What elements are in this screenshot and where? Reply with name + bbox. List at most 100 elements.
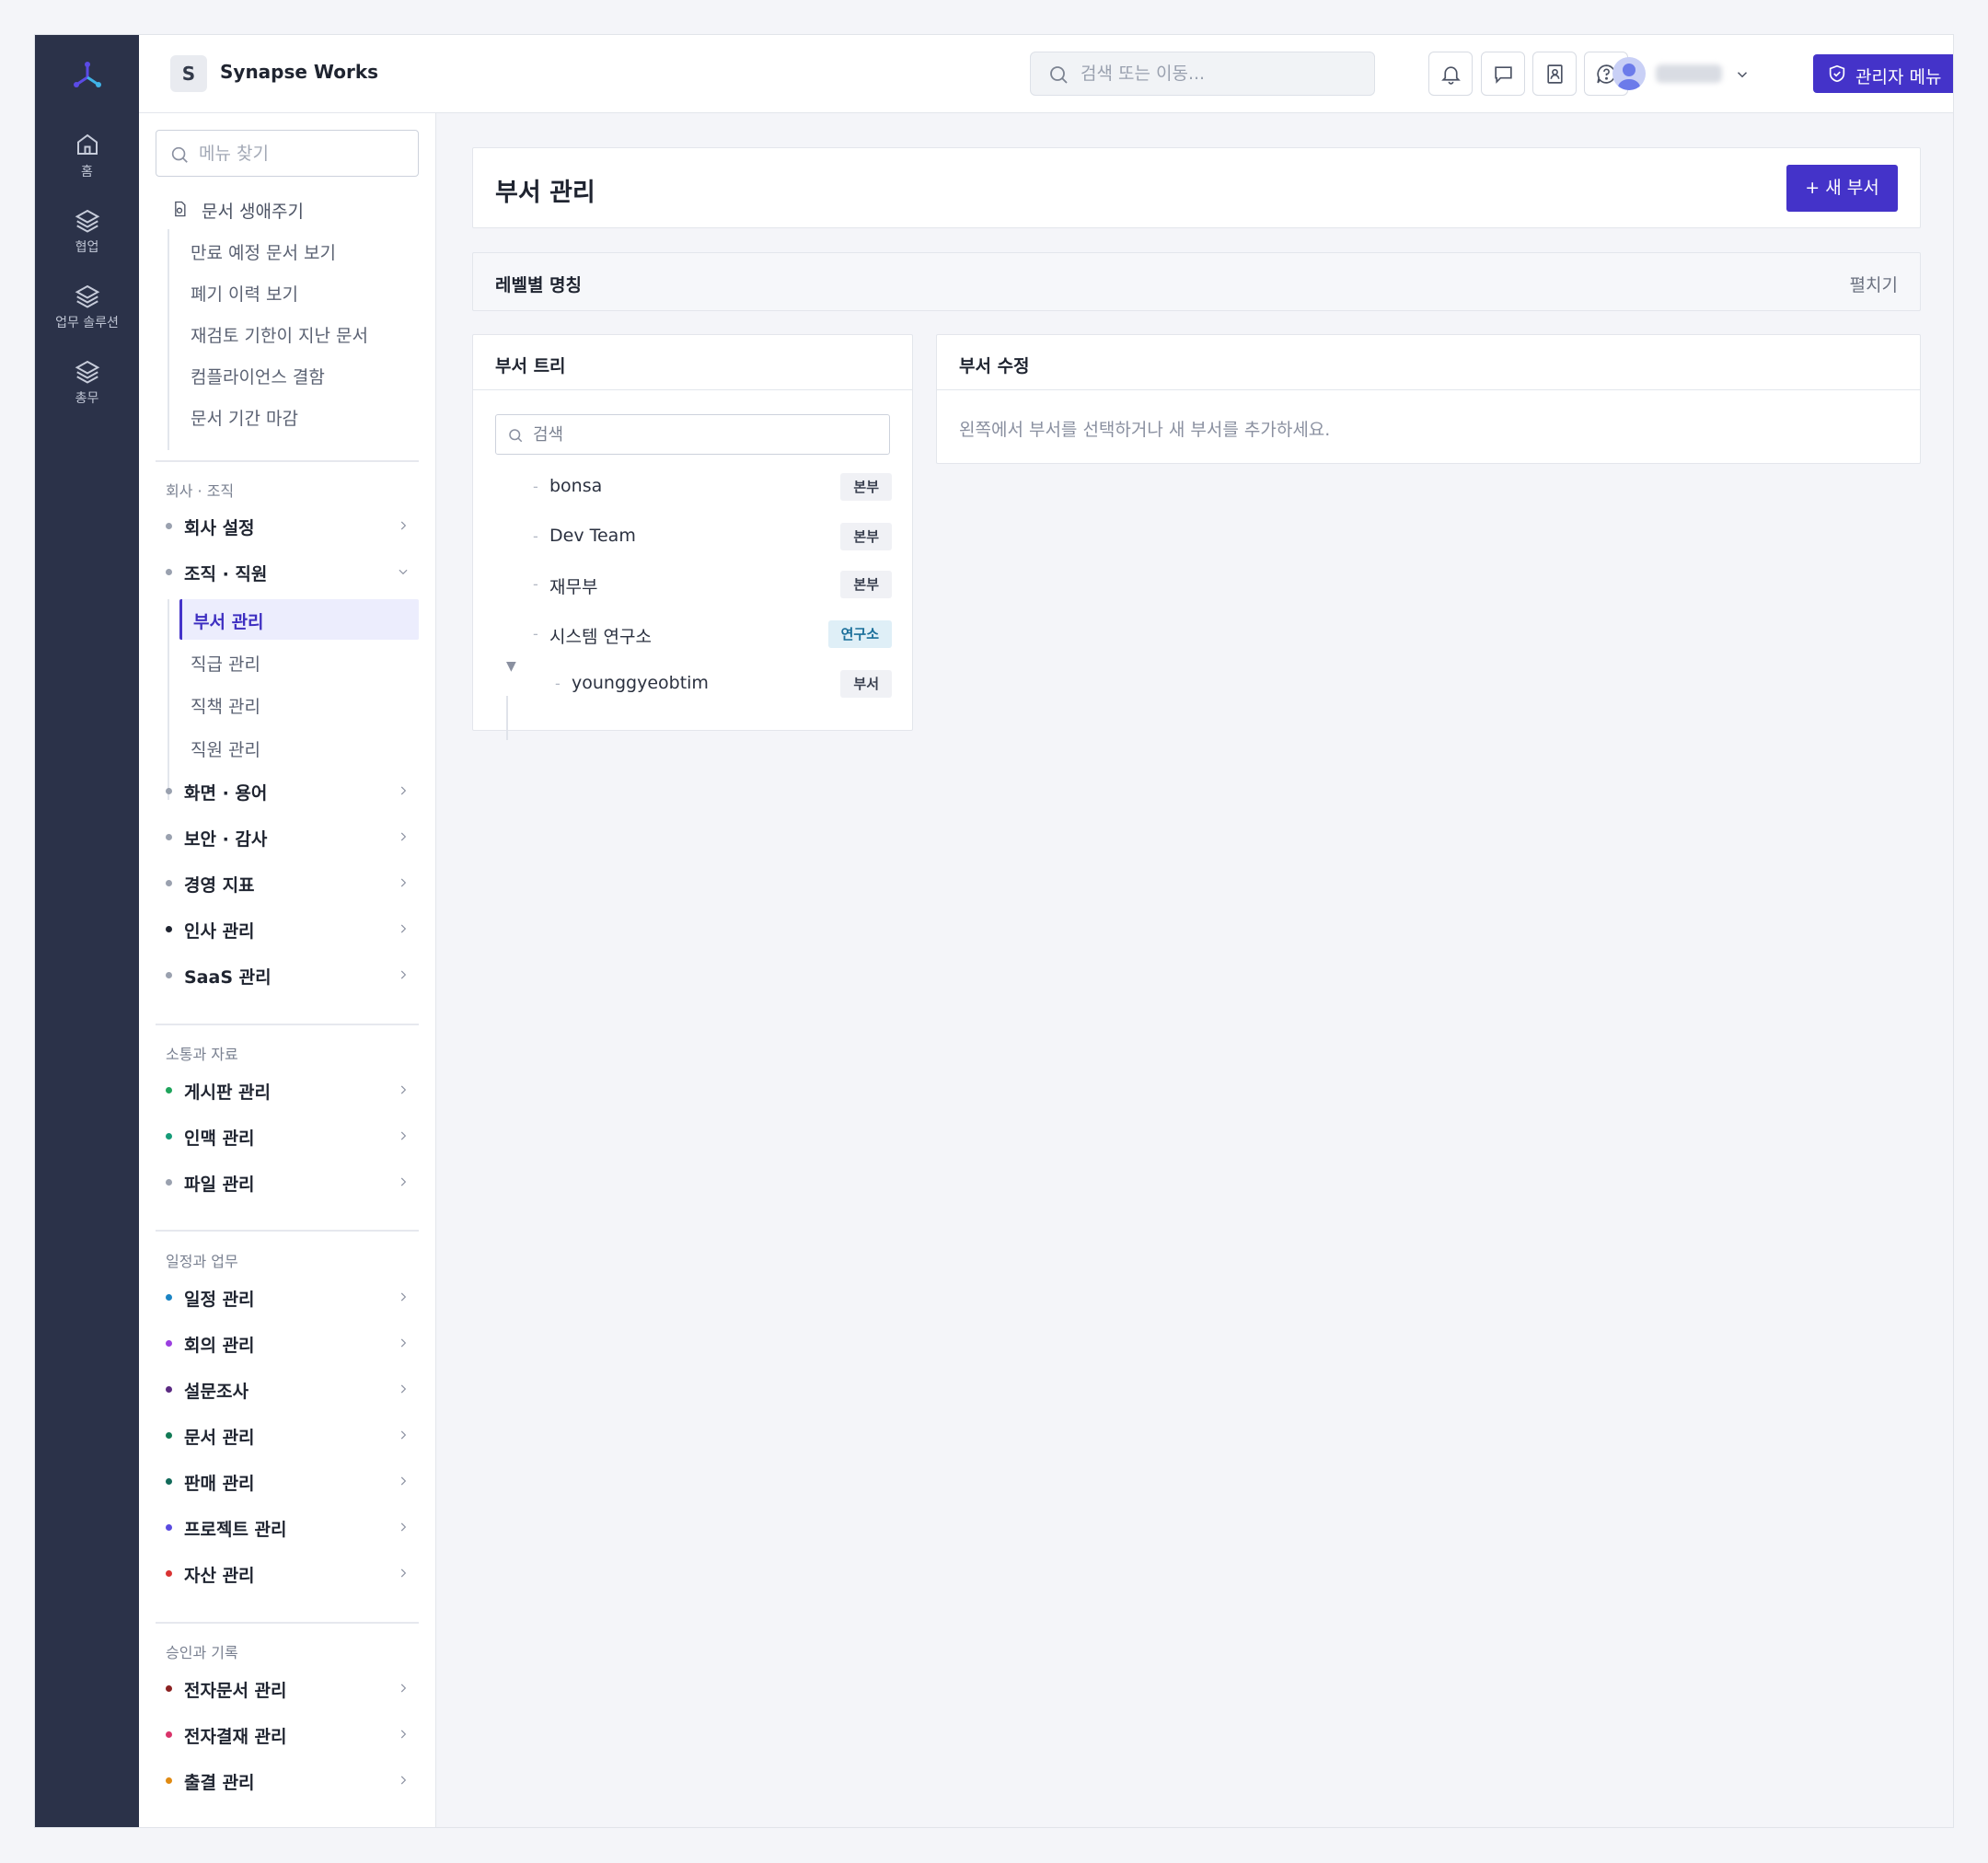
tree-node-name: 재무부 (549, 577, 598, 597)
menu-item-screen-terms[interactable]: 화면 · 용어 (166, 776, 419, 804)
tree-node-dev-team[interactable]: - Dev Team 본부 (533, 520, 892, 553)
menu-divider (156, 460, 419, 462)
type-badge: 본부 (840, 473, 892, 501)
menu-item-management-metrics[interactable]: 경영 지표 (166, 868, 419, 896)
lifecycle-item-expiring[interactable]: 만료 예정 문서 보기 (191, 239, 336, 264)
menu-item-file-management[interactable]: 파일 관리 (166, 1167, 419, 1195)
sidebar-item-position-management[interactable]: 직책 관리 (191, 693, 260, 718)
menu-item-meeting-management[interactable]: 회의 관리 (166, 1328, 419, 1356)
app-logo-icon[interactable] (69, 57, 106, 94)
menu-item-attendance-management[interactable]: 출결 관리 (166, 1765, 419, 1793)
admin-menu-button[interactable]: 관리자 메뉴 (1813, 54, 1953, 93)
menu-item-sales-management[interactable]: 판매 관리 (166, 1466, 419, 1494)
menu-item-label: 인맥 관리 (184, 1128, 255, 1149)
menu-dot (166, 880, 172, 886)
menu-search[interactable] (156, 130, 419, 177)
tree-node-finance[interactable]: - 재무부 본부 (533, 568, 892, 601)
chevron-right-icon (400, 924, 407, 933)
menu-item-company-settings[interactable]: 회사 설정 (166, 511, 419, 538)
rail-item-label: 총무 (75, 391, 99, 406)
tree-guide-line (506, 696, 508, 740)
tree-search-input[interactable] (533, 423, 864, 446)
sidebar-item-rank-management[interactable]: 직급 관리 (191, 651, 260, 676)
menu-divider (156, 1230, 419, 1232)
menu-divider (156, 1024, 419, 1025)
notifications-button[interactable] (1428, 52, 1473, 96)
tree-search[interactable] (495, 414, 890, 455)
menu-item-saas-management[interactable]: SaaS 관리 (166, 960, 419, 988)
menu-item-document-management[interactable]: 문서 관리 (166, 1420, 419, 1448)
menu-item-board-management[interactable]: 게시판 관리 (166, 1075, 419, 1103)
lifecycle-item-compliance[interactable]: 컴플라이언스 결함 (191, 364, 325, 388)
menu-item-survey[interactable]: 설문조사 (166, 1374, 419, 1402)
menu-item-project-management[interactable]: 프로젝트 관리 (166, 1512, 419, 1540)
lifecycle-item-period-close[interactable]: 문서 기간 마감 (191, 405, 298, 430)
edit-panel-hint: 왼쪽에서 부서를 선택하거나 새 부서를 추가하세요. (959, 420, 1331, 440)
rail-item-collab[interactable]: 협업 (35, 206, 139, 256)
menu-item-label: 게시판 관리 (184, 1082, 272, 1103)
lifecycle-label: 문서 생애주기 (202, 202, 304, 222)
menu-item-label: 보안 · 감사 (184, 829, 268, 850)
menu-item-org-staff[interactable]: 조직 · 직원 (166, 557, 419, 584)
search-icon (509, 429, 523, 443)
menu-item-network-management[interactable]: 인맥 관리 (166, 1121, 419, 1149)
brand-name[interactable]: Synapse Works (220, 61, 378, 83)
chevron-right-icon (400, 1131, 407, 1140)
tree-dash: - (555, 675, 561, 692)
menu-dot (166, 1685, 172, 1692)
menu-item-schedule-management[interactable]: 일정 관리 (166, 1282, 419, 1310)
expand-toggle[interactable]: 펼치기 (1850, 272, 1898, 296)
menu-item-label: 문서 관리 (184, 1428, 255, 1448)
menu-divider (156, 1622, 419, 1624)
menu-dot (166, 834, 172, 840)
menu-item-hr-management[interactable]: 인사 관리 (166, 914, 419, 942)
menu-item-eapproval-management[interactable]: 전자결재 관리 (166, 1719, 419, 1747)
menu-search-input[interactable] (199, 142, 401, 166)
tree-node-system-lab[interactable]: - 시스템 연구소 연구소 (533, 618, 892, 651)
search-icon (171, 146, 188, 163)
menu-dot (166, 788, 172, 794)
menu-item-security-audit[interactable]: 보안 · 감사 (166, 822, 419, 850)
new-department-button[interactable]: + 새 부서 (1786, 165, 1898, 212)
sidebar-item-employee-management[interactable]: 직원 관리 (191, 736, 260, 761)
tree-node-name: 시스템 연구소 (549, 627, 652, 647)
brand-badge[interactable]: S (170, 55, 207, 92)
rail-item-label: 협업 (75, 240, 99, 255)
contact-book-icon (1547, 64, 1563, 84)
tree-node-younggyeobtim[interactable]: - younggyeobtim 부서 (555, 667, 892, 700)
global-search-input[interactable] (1081, 60, 1357, 87)
section-label-communication: 소통과 자료 (166, 1046, 238, 1063)
username-blurred[interactable] (1656, 64, 1722, 83)
menu-item-label: 경영 지표 (184, 875, 255, 896)
chevron-right-icon (400, 1338, 407, 1348)
chevron-right-icon (400, 1384, 407, 1394)
side-menu: 문서 생애주기 만료 예정 문서 보기 폐기 이력 보기 재검토 기한이 지난 … (139, 113, 436, 1827)
chevron-right-icon (400, 786, 407, 795)
menu-item-label: 출결 관리 (184, 1773, 255, 1793)
shield-check-icon (1829, 64, 1845, 83)
admin-menu-label: 관리자 메뉴 (1855, 67, 1942, 87)
rail-item-home[interactable]: 홈 (35, 131, 139, 180)
sidebar-item-department-management[interactable]: 부서 관리 (179, 599, 419, 640)
menu-item-asset-management[interactable]: 자산 관리 (166, 1558, 419, 1586)
section-label-schedule: 일정과 업무 (166, 1253, 238, 1270)
lifecycle-item-overdue-review[interactable]: 재검토 기한이 지난 문서 (191, 322, 368, 347)
menu-item-label: 파일 관리 (184, 1174, 255, 1195)
chevron-right-icon (400, 970, 407, 979)
messages-button[interactable] (1481, 52, 1525, 96)
lifecycle-item-disposal-history[interactable]: 폐기 이력 보기 (191, 281, 298, 306)
tree-node-bonsa[interactable]: - bonsa 본부 (533, 470, 892, 503)
contacts-button[interactable] (1532, 52, 1577, 96)
global-search[interactable] (1030, 52, 1375, 96)
chevron-right-icon (400, 1085, 407, 1094)
caret-down-icon[interactable]: ▼ (506, 659, 516, 674)
menu-item-edoc-management[interactable]: 전자문서 관리 (166, 1673, 419, 1701)
menu-dot (166, 1133, 172, 1140)
rail-item-solutions[interactable]: 업무 솔루션 (35, 282, 139, 331)
department-tree-panel: 부서 트리 - bonsa 본부 - Dev Team 본부 - 재무부 본부 … (472, 334, 913, 740)
chevron-down-icon[interactable] (1734, 66, 1751, 83)
layers-icon (75, 360, 99, 384)
rail-item-general-affairs[interactable]: 총무 (35, 357, 139, 407)
avatar[interactable] (1612, 57, 1646, 90)
menu-dot (166, 1524, 172, 1531)
